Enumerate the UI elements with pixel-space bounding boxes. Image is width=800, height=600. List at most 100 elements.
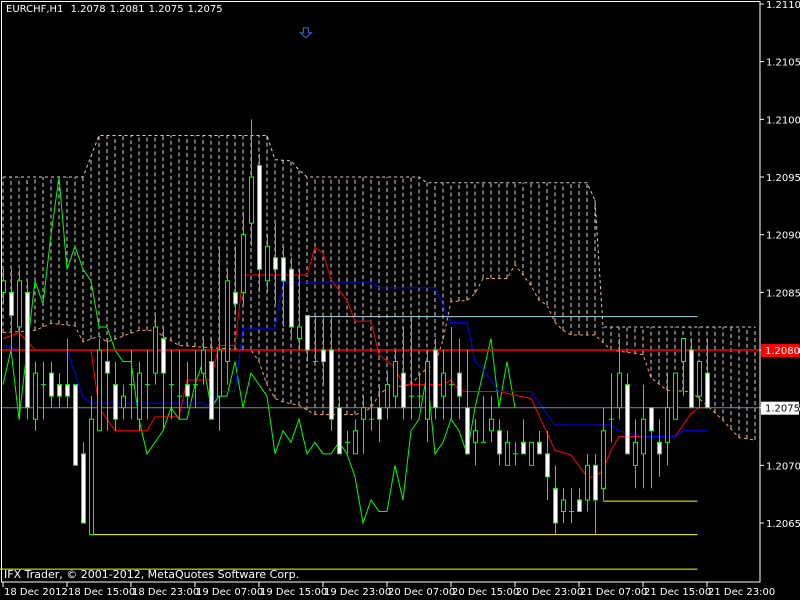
bear-candle <box>257 164 262 270</box>
bear-candle <box>377 407 382 420</box>
x-tick-label: 19 Dec 07:00 <box>196 587 263 598</box>
bear-candle <box>57 384 62 397</box>
bear-candle <box>401 372 406 409</box>
bear-candle <box>9 291 14 316</box>
bear-candle <box>625 384 630 455</box>
bull-candle <box>561 499 566 512</box>
down-arrow-icon <box>299 27 313 39</box>
y-tick-label: 1.2095 <box>766 173 800 184</box>
bear-candle <box>553 487 558 524</box>
bull-candle <box>473 430 478 443</box>
chart-header: EURCHF,H1 1.2078 1.2081 1.2075 1.2075 <box>6 4 227 15</box>
bull-candle <box>89 418 94 536</box>
x-tick-label: 20 Dec 07:00 <box>388 587 455 598</box>
bear-candle <box>273 257 278 270</box>
bear-candle <box>81 453 86 524</box>
bull-candle <box>201 349 206 374</box>
bear-candle <box>113 384 118 420</box>
y-tick-label: 1.2090 <box>766 231 800 242</box>
bear-candle <box>73 384 78 466</box>
bull-candle <box>505 441 510 466</box>
bull-candle <box>681 337 686 363</box>
bull-candle <box>33 372 38 420</box>
bear-candle <box>25 291 30 409</box>
bear-candle <box>649 407 654 432</box>
bear-candle <box>49 372 54 397</box>
bull-candle <box>601 430 606 489</box>
red-level-price-label: 1.2080 <box>765 346 800 357</box>
bear-candle <box>185 384 190 397</box>
y-tick-label: 1.2105 <box>766 58 800 69</box>
x-tick-label: 21 Dec 07:00 <box>580 587 647 598</box>
bear-candle <box>497 430 502 455</box>
open-value: 1.2078 <box>70 4 106 15</box>
x-tick-label: 21 Dec 15:00 <box>644 587 711 598</box>
bear-candle <box>457 372 462 397</box>
bull-candle <box>249 176 254 224</box>
bear-candle <box>329 349 334 420</box>
bull-candle <box>665 407 670 443</box>
x-tick-label: 21 Dec 23:00 <box>708 587 775 598</box>
bull-candle <box>425 361 430 420</box>
bull-candle <box>697 361 702 397</box>
low-value: 1.2075 <box>148 4 184 15</box>
bull-candle <box>617 372 622 409</box>
y-tick-label: 1.2070 <box>766 461 800 472</box>
x-tick-label: 19 Dec 23:00 <box>324 587 391 598</box>
bear-candle <box>209 361 214 420</box>
bull-candle <box>641 418 646 455</box>
bear-candle <box>305 314 310 351</box>
axes: 1.2110 1.2105 1.2100 1.2095 1.2090 1.2085 1.20… <box>1 0 800 598</box>
bear-candle <box>545 453 550 478</box>
plot-border <box>1 1 761 583</box>
bull-candle <box>633 441 638 466</box>
bull-candle <box>121 395 126 409</box>
high-value: 1.2081 <box>109 4 145 15</box>
price-chart[interactable]: 1.2110 1.2105 1.2100 1.2095 1.2090 1.2085 1.20… <box>0 0 800 600</box>
bear-candle <box>577 499 582 512</box>
bear-candle <box>521 441 526 455</box>
bear-candle <box>337 407 342 455</box>
bull-candle <box>585 464 590 501</box>
bull-candle <box>489 418 494 432</box>
bear-candle <box>65 384 70 397</box>
bull-candle <box>217 349 222 397</box>
bear-candle <box>705 372 710 409</box>
bull-candle <box>1 280 6 293</box>
bear-candle <box>281 257 286 282</box>
symbol-label: EURCHF,H1 <box>6 4 64 15</box>
bull-candle <box>385 384 390 409</box>
bear-candle <box>465 407 470 455</box>
bull-candle <box>297 326 302 339</box>
bear-candle <box>289 268 294 328</box>
bull-candle <box>529 441 534 466</box>
bull-candle <box>265 245 270 282</box>
bear-candle <box>689 349 694 409</box>
bear-candle <box>233 291 238 305</box>
y-tick-label: 1.2085 <box>766 288 800 299</box>
bear-candle <box>161 337 166 374</box>
bull-candle <box>17 280 22 328</box>
bull-candle <box>393 361 398 397</box>
bull-candle <box>673 372 678 420</box>
bull-candle <box>353 430 358 455</box>
bear-candle <box>105 361 110 374</box>
bear-candle <box>321 349 326 363</box>
copyright-text: IFX Trader, © 2001-2012, MetaQuotes Soft… <box>4 568 300 581</box>
bull-candle <box>97 349 102 432</box>
x-tick-label: 19 Dec 15:00 <box>260 587 327 598</box>
bull-candle <box>241 234 246 293</box>
x-tick-label: 20 Dec 23:00 <box>516 587 583 598</box>
x-tick-label: 20 Dec 15:00 <box>452 587 519 598</box>
bear-candle <box>537 441 542 455</box>
bear-candle <box>593 464 598 501</box>
bull-candle <box>441 372 446 397</box>
x-tick-label: 18 Dec 2012 <box>4 587 68 598</box>
close-value: 1.2075 <box>187 4 223 15</box>
bear-candle <box>657 441 662 455</box>
bull-candle <box>137 372 142 420</box>
bull-candle <box>153 326 158 374</box>
bear-candle <box>433 349 438 409</box>
y-tick-label: 1.2110 <box>766 0 800 11</box>
bull-candle <box>225 280 230 363</box>
